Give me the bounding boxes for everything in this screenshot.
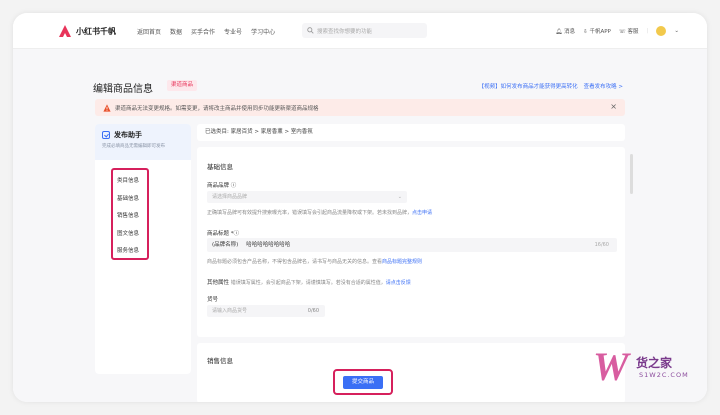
- brand-hint: 正确填写品牌可有效提升搜索曝光率，错误填写会引起商品流量降权或下架。若未找到品牌…: [207, 209, 432, 216]
- title-hint-text: 商品标题必须包含产品名称，不得包含品牌名，请书写与商品无关的信息。查看: [207, 259, 383, 265]
- close-icon[interactable]: ×: [610, 102, 617, 111]
- attr-hint: 错误填写属性，会引起商品下架，请谨慎填写。若没有合适的属性值，: [230, 280, 386, 286]
- form-main: 已选类目: 家居百货 > 家居香薰 > 室内香氛 基础信息 商品品牌 ⓘ 请选择…: [197, 124, 625, 402]
- section-title-sales: 销售信息: [207, 357, 233, 365]
- basic-info-card: 基础信息 商品品牌 ⓘ 请选择商品品牌 ⌄ 正确填写品牌可有效提升搜索曝光率，错…: [197, 147, 625, 337]
- model-count: 0/60: [307, 308, 319, 314]
- brand-label: 商品品牌 ⓘ: [207, 183, 237, 189]
- watermark-logo: W 货之家 S1W2C.COM: [588, 341, 698, 401]
- helper-title: 发布助手: [114, 131, 142, 139]
- nav-buyer-coop[interactable]: 买手合作: [191, 27, 215, 36]
- brand-select[interactable]: 请选择商品品牌 ⌄: [207, 191, 407, 203]
- title-prefix: (品牌名称): [212, 242, 239, 248]
- search-icon: [307, 27, 314, 34]
- warning-icon: [103, 103, 111, 112]
- chevron-down-icon[interactable]: ⌄: [674, 28, 679, 34]
- title-count: 16/60: [594, 242, 609, 248]
- attr-label: 其他属性: [207, 280, 230, 286]
- model-placeholder: 请输入商品货号: [212, 308, 248, 314]
- help-links: 【视频】如何发布商品才能获得更高转化 查看发布攻略 >: [479, 82, 623, 90]
- logo[interactable]: 小红书千帆: [58, 24, 116, 38]
- avatar[interactable]: [656, 26, 667, 36]
- sidebar-item-sales[interactable]: 销售信息: [117, 209, 147, 227]
- video-guide-link[interactable]: 【视频】如何发布商品才能获得更高转化: [479, 82, 578, 90]
- helper-subtitle: 完成必填商品无需编辑即可发布: [102, 144, 165, 149]
- brand-hint-text: 正确填写品牌可有效提升搜索曝光率，错误填写会引起商品流量降权或下架。若未找到品牌…: [207, 210, 413, 216]
- sidebar-item-service[interactable]: 服务信息: [117, 244, 147, 262]
- model-input[interactable]: 请输入商品货号 0/60: [207, 305, 325, 317]
- app-label: 千帆APP: [589, 29, 611, 35]
- watermark-sub: S1W2C.COM: [639, 371, 689, 379]
- top-right-actions: 🔔︎ 消息 ⇩ 千帆APP ☏ 客服 | ⌄: [555, 26, 679, 36]
- publish-helper: 发布助手 完成必填商品无需编辑即可发布: [95, 124, 191, 160]
- title-rules-link[interactable]: 商品标题完整规则: [382, 259, 422, 265]
- scrollbar[interactable]: [630, 154, 633, 194]
- nav-data[interactable]: 数据: [170, 27, 182, 36]
- support-link[interactable]: ☏ 客服: [619, 27, 639, 35]
- title-label: 商品标题 *ⓘ: [207, 231, 239, 237]
- page-title: 编辑商品信息: [93, 84, 153, 95]
- breadcrumb: 已选类目: 家居百货 > 家居香薰 > 室内香氛: [197, 124, 625, 141]
- sidebar-item-images[interactable]: 图文信息: [117, 227, 147, 245]
- warning-alert: 渠道商品无法变更规格。如需变更，请将改主商品并使用同步功能更新渠道商品规格 ×: [95, 99, 625, 116]
- support-label: 客服: [627, 29, 639, 35]
- channel-tag: 渠道商品: [167, 80, 198, 91]
- watermark-text: 货之家: [636, 356, 673, 370]
- sidebar-item-basic[interactable]: 基础信息: [117, 192, 147, 210]
- alert-text: 渠道商品无法变更规格。如需变更，请将改主商品并使用同步功能更新渠道商品规格: [115, 105, 319, 112]
- messages-link[interactable]: 🔔︎ 消息: [555, 27, 575, 35]
- chevron-down-icon: ⌄: [397, 194, 402, 200]
- nav-learning[interactable]: 学习中心: [251, 27, 275, 36]
- title-input[interactable]: (品牌名称) 哈哈哈哈哈哈哈哈 16/60: [207, 238, 617, 252]
- section-title-basic: 基础信息: [207, 163, 233, 171]
- logo-text: 小红书千帆: [76, 26, 116, 36]
- search-placeholder: 搜索查找你想要的功能: [317, 28, 373, 35]
- sales-info-card: 销售信息: [197, 343, 625, 402]
- title-hint: 商品标题必须包含产品名称，不得包含品牌名，请书写与商品无关的信息。查看商品标题完…: [207, 258, 422, 265]
- messages-label: 消息: [564, 29, 576, 35]
- divider: |: [646, 28, 649, 34]
- logo-icon: [59, 25, 71, 37]
- attr-feedback-link[interactable]: 请点击反馈: [386, 280, 411, 286]
- search-input[interactable]: 搜索查找你想要的功能: [302, 23, 427, 38]
- attr-row: 其他属性 错误填写属性，会引起商品下架，请谨慎填写。若没有合适的属性值，请点击反…: [207, 278, 411, 286]
- sidebar-item-category[interactable]: 类目信息: [117, 174, 147, 192]
- publish-guide-link[interactable]: 查看发布攻略 >: [584, 82, 623, 90]
- submit-highlight: 提交商品: [333, 369, 393, 395]
- main-nav: 返回首页 数据 买手合作 专业号 学习中心: [137, 27, 275, 36]
- checkbox-icon: [102, 131, 110, 139]
- brand-placeholder: 请选择商品品牌: [212, 194, 248, 200]
- section-sidebar: 发布助手 完成必填商品无需编辑即可发布 类目信息 基础信息 销售信息 图文信息 …: [95, 124, 191, 374]
- nav-home[interactable]: 返回首页: [137, 27, 161, 36]
- top-bar: 小红书千帆 返回首页 数据 买手合作 专业号 学习中心 搜索查找你想要的功能 🔔…: [13, 13, 707, 49]
- app-download-link[interactable]: ⇩ 千帆APP: [583, 27, 611, 35]
- nav-pro-account[interactable]: 专业号: [224, 27, 242, 36]
- watermark-letter: W: [593, 344, 629, 389]
- section-nav: 类目信息 基础信息 销售信息 图文信息 服务信息: [111, 168, 149, 260]
- model-label: 货号: [207, 297, 219, 303]
- title-value: 哈哈哈哈哈哈哈哈: [246, 242, 291, 248]
- apply-brand-link[interactable]: 点击申请: [412, 210, 432, 216]
- submit-button[interactable]: 提交商品: [343, 375, 383, 389]
